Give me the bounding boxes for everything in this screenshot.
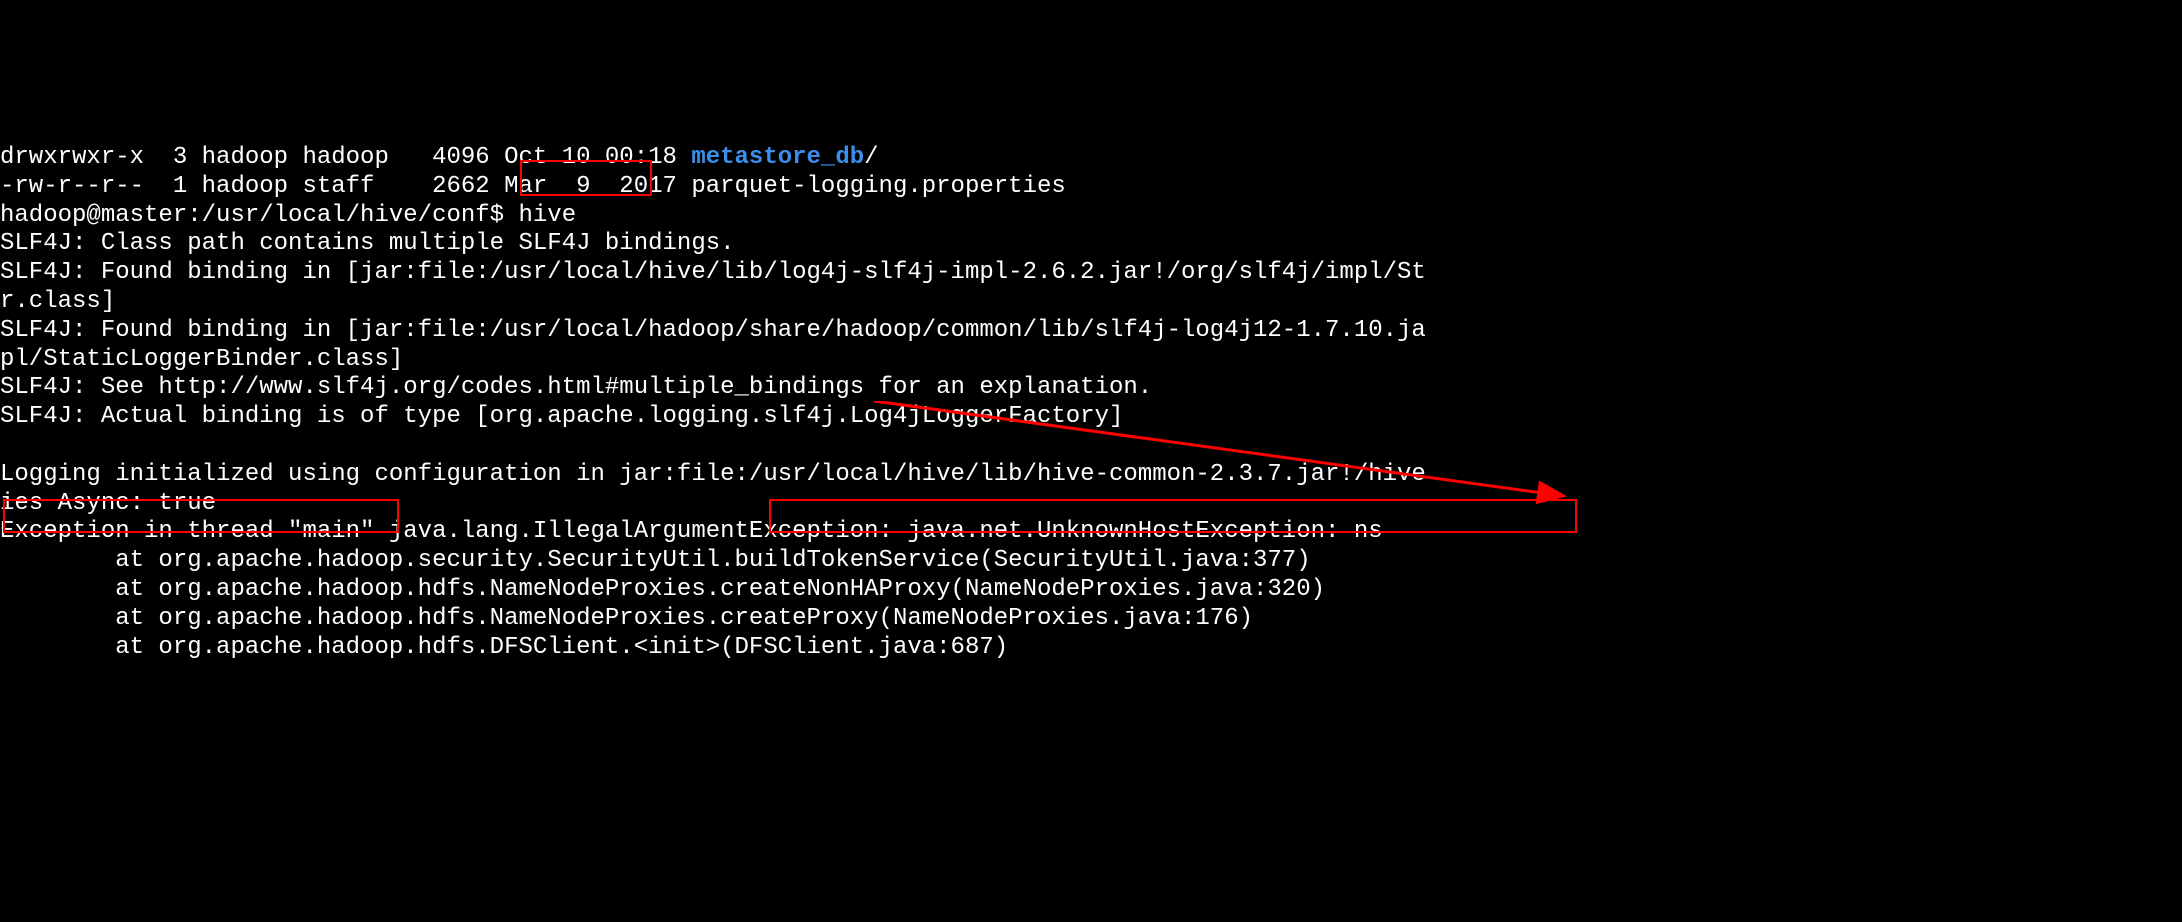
slf4j-line: r.class] xyxy=(0,288,115,315)
command-entered: hive xyxy=(518,202,576,229)
shell-prompt: hadoop@master:/usr/local/hive/conf$ xyxy=(0,202,518,229)
slf4j-line: SLF4J: Class path contains multiple SLF4… xyxy=(0,230,735,257)
slf4j-line: SLF4J: Found binding in [jar:file:/usr/l… xyxy=(0,259,1426,286)
directory-name: metastore_db xyxy=(691,144,864,171)
ls-line-file: -rw-r--r-- 1 hadoop staff 2662 Mar 9 201… xyxy=(0,173,1066,200)
slf4j-line: SLF4J: See http://www.slf4j.org/codes.ht… xyxy=(0,374,1152,401)
exception-line: Exception in thread "main" java.lang.Ill… xyxy=(0,518,1383,545)
slf4j-line: SLF4J: Found binding in [jar:file:/usr/l… xyxy=(0,317,1426,344)
stacktrace-line: at org.apache.hadoop.hdfs.DFSClient.<ini… xyxy=(0,634,1008,661)
stacktrace-line: at org.apache.hadoop.hdfs.NameNodeProxie… xyxy=(0,605,1253,632)
prompt-line: hadoop@master:/usr/local/hive/conf$ hive xyxy=(0,202,576,229)
ls-line-dir: drwxrwxr-x 3 hadoop hadoop 4096 Oct 10 0… xyxy=(0,144,879,171)
logging-line: Logging initialized using configuration … xyxy=(0,461,1426,488)
stacktrace-line: at org.apache.hadoop.security.SecurityUt… xyxy=(0,547,1311,574)
slf4j-line: SLF4J: Actual binding is of type [org.ap… xyxy=(0,403,1123,430)
stacktrace-line: at org.apache.hadoop.hdfs.NameNodeProxie… xyxy=(0,576,1325,603)
logging-line: ies Async: true xyxy=(0,490,216,517)
terminal-output[interactable]: drwxrwxr-x 3 hadoop hadoop 4096 Oct 10 0… xyxy=(0,115,2182,777)
slf4j-line: pl/StaticLoggerBinder.class] xyxy=(0,346,403,373)
